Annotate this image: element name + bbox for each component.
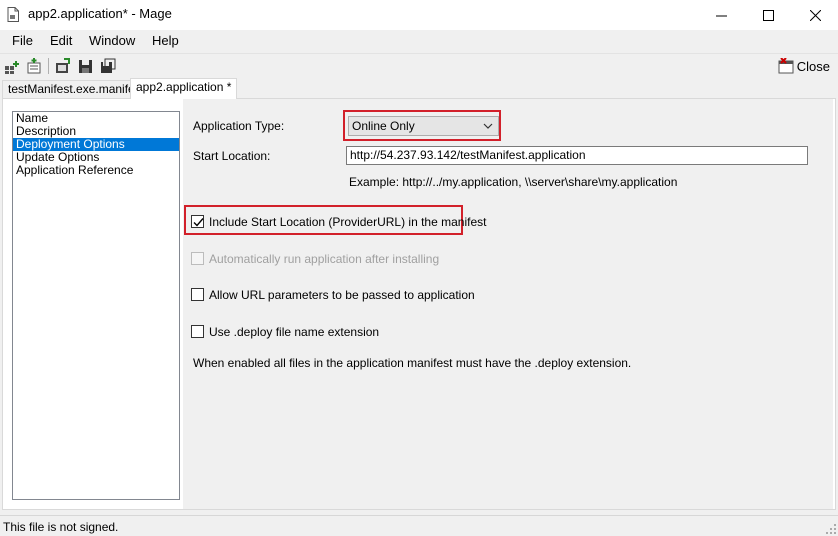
deploy-extension-checkbox[interactable] [191,325,204,338]
open-icon[interactable] [55,58,71,74]
deployment-options-panel: Application Type: Online Only Start Loca… [183,99,833,509]
start-location-input[interactable]: http://54.237.93.142/testManifest.applic… [346,146,808,165]
chevron-down-icon [483,123,493,129]
maximize-button[interactable] [745,0,791,30]
minimize-button[interactable] [698,0,744,30]
close-doc-icon [778,58,794,74]
nav-item-application-reference[interactable]: Application Reference [13,164,179,177]
auto-run-checkbox[interactable] [191,252,204,265]
close-label: Close [796,58,830,74]
tab-app2-application[interactable]: app2.application * [130,78,238,99]
new-deployment-icon[interactable] [26,58,42,74]
deploy-extension-note: When enabled all files in the applicatio… [193,356,632,370]
deploy-extension-label: Use .deploy file name extension [209,325,380,339]
menu-help[interactable]: Help [152,33,179,48]
title-bar: app2.application* - Mage [0,0,838,30]
checkmark-icon [193,218,204,227]
allow-url-params-label: Allow URL parameters to be passed to app… [209,288,475,302]
application-type-dropdown[interactable]: Online Only [348,116,499,136]
example-text: Example: http://../my.application, \\ser… [349,175,678,189]
auto-run-label: Automatically run application after inst… [209,252,440,266]
application-type-value: Online Only [352,119,415,133]
include-start-location-checkbox[interactable] [191,215,204,228]
menu-file[interactable]: File [12,33,33,48]
nav-list[interactable]: Name Description Deployment Options Upda… [12,111,180,500]
status-bar: This file is not signed. [0,515,838,536]
status-text: This file is not signed. [3,520,119,534]
toolbar: Close [0,53,838,78]
close-window-button[interactable] [792,0,838,30]
tab-test-manifest[interactable]: testManifest.exe.manifest [2,80,151,98]
new-project-icon[interactable] [4,58,20,74]
include-start-location-label: Include Start Location (ProviderURL) in … [209,215,487,229]
menu-window[interactable]: Window [89,33,135,48]
tab-strip: testManifest.exe.manifest app2.applicati… [0,78,838,99]
window-title: app2.application* - Mage [28,6,172,21]
menu-edit[interactable]: Edit [50,33,72,48]
resize-grip-icon[interactable] [826,524,836,534]
allow-url-params-checkbox[interactable] [191,288,204,301]
save-icon[interactable] [78,58,94,74]
application-type-label: Application Type: [193,119,285,133]
app-icon [7,7,19,22]
menu-bar: File Edit Window Help [0,30,838,52]
main-panel: Name Description Deployment Options Upda… [2,98,836,510]
save-as-icon[interactable] [100,58,116,74]
start-location-label: Start Location: [193,149,271,163]
close-button[interactable]: Close [778,57,830,75]
toolbar-separator [48,58,49,74]
